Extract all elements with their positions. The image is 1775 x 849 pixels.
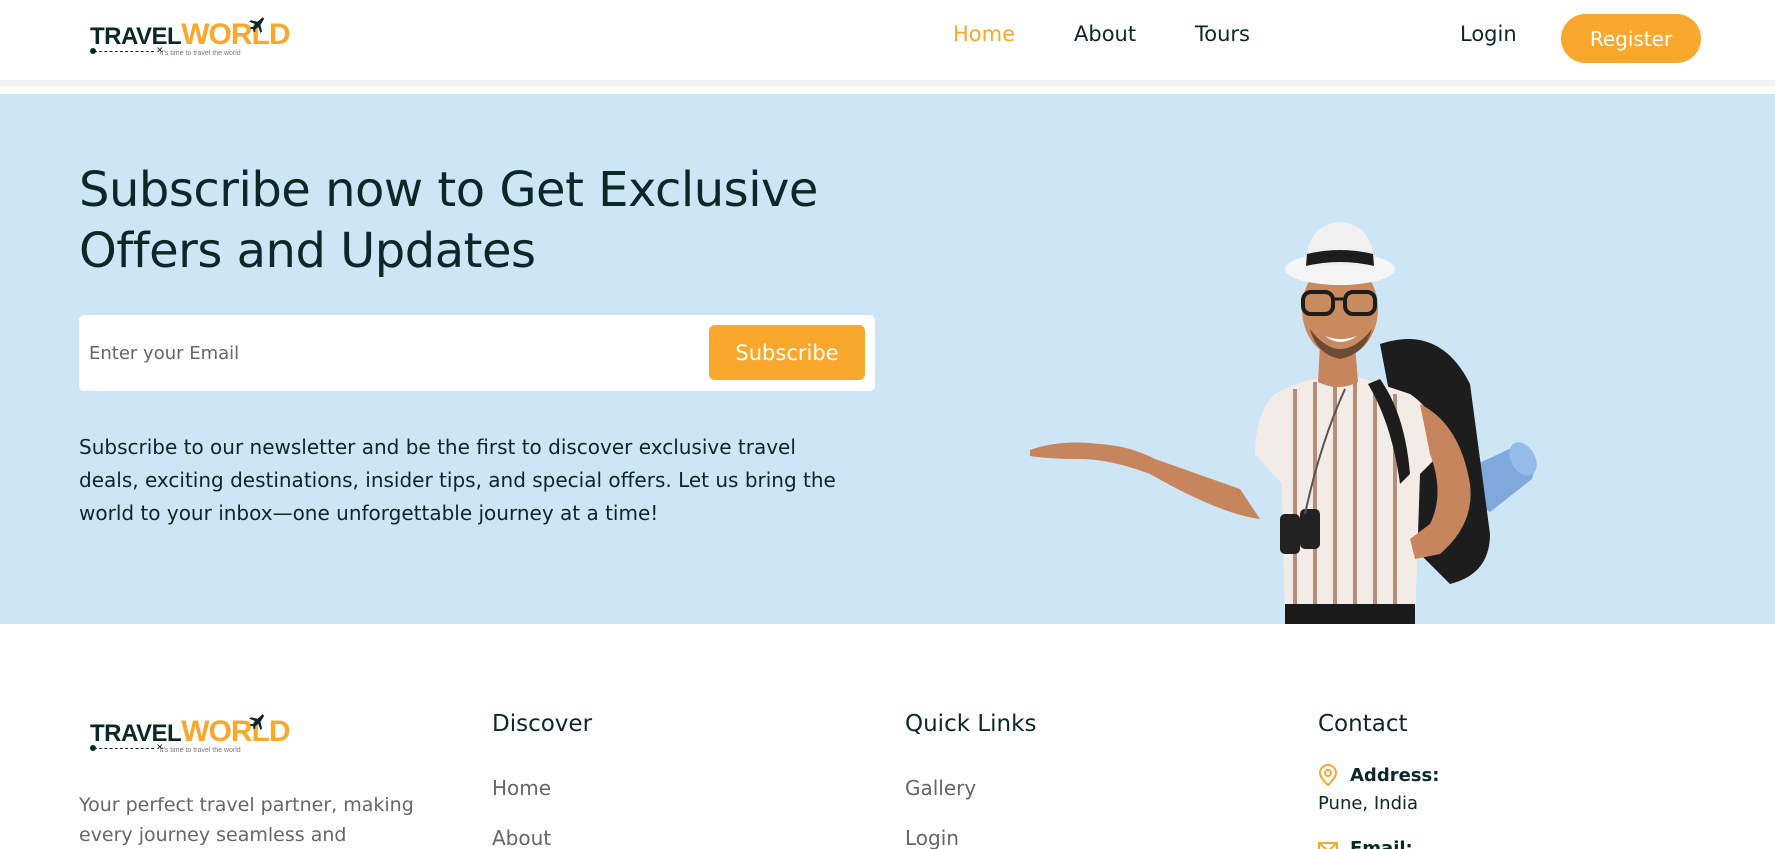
- location-pin-icon: [1318, 764, 1338, 786]
- nav-home[interactable]: Home: [953, 22, 1015, 46]
- logo-travel-text: TRAVEL: [90, 23, 182, 50]
- subscribe-button[interactable]: Subscribe: [709, 325, 865, 380]
- mail-icon: [1318, 842, 1338, 849]
- newsletter-section: Subscribe now to Get Exclusive Offers an…: [0, 94, 1775, 624]
- contact-email-label: Email:: [1350, 838, 1413, 849]
- logo-tagline: it's time to travel the world: [160, 50, 241, 57]
- traveler-illustration: [1030, 222, 1537, 624]
- site-header: TRAVEL WORLD ✕ it's time to travel the w…: [0, 0, 1775, 86]
- footer-description: Your perfect travel partner, making ever…: [79, 794, 414, 846]
- footer-logo-tagline: it's time to travel the world: [160, 747, 241, 754]
- footer-logo-travel-text: TRAVEL: [90, 720, 182, 747]
- footer-logo-world-text: WORLD: [181, 715, 290, 748]
- login-link[interactable]: Login: [1460, 22, 1517, 46]
- newsletter-form: Subscribe: [79, 315, 875, 391]
- header-logo[interactable]: TRAVEL WORLD ✕ it's time to travel the w…: [90, 17, 291, 57]
- logo-cross-mark: ✕: [156, 46, 164, 56]
- footer-link-home[interactable]: Home: [492, 776, 551, 800]
- newsletter-title: Subscribe now to Get Exclusive Offers an…: [79, 162, 818, 279]
- footer-quick-links-heading: Quick Links: [905, 711, 1037, 737]
- footer-contact-heading: Contact: [1318, 711, 1408, 737]
- contact-address-value: Pune, India: [1318, 793, 1419, 814]
- footer-link-gallery[interactable]: Gallery: [905, 776, 976, 800]
- contact-address-label: Address:: [1350, 765, 1440, 786]
- newsletter-description: Subscribe to our newsletter and be the f…: [79, 435, 836, 525]
- footer-link-about[interactable]: About: [492, 826, 551, 849]
- footer-logo-cross-mark: ✕: [156, 743, 164, 753]
- email-input[interactable]: [89, 335, 669, 371]
- footer-logo-flight-path: [94, 748, 154, 749]
- logo-world-text: WORLD: [181, 18, 290, 51]
- nav-about[interactable]: About: [1074, 22, 1136, 46]
- footer-discover-heading: Discover: [492, 711, 593, 737]
- footer-airplane-icon: [249, 714, 265, 730]
- register-button[interactable]: Register: [1561, 14, 1701, 63]
- airplane-icon: [249, 17, 265, 33]
- logo-flight-path: [94, 51, 154, 52]
- footer-link-login[interactable]: Login: [905, 826, 959, 849]
- footer-logo[interactable]: TRAVEL WORLD ✕ it's time to travel the w…: [90, 714, 291, 754]
- nav-tours[interactable]: Tours: [1195, 22, 1250, 46]
